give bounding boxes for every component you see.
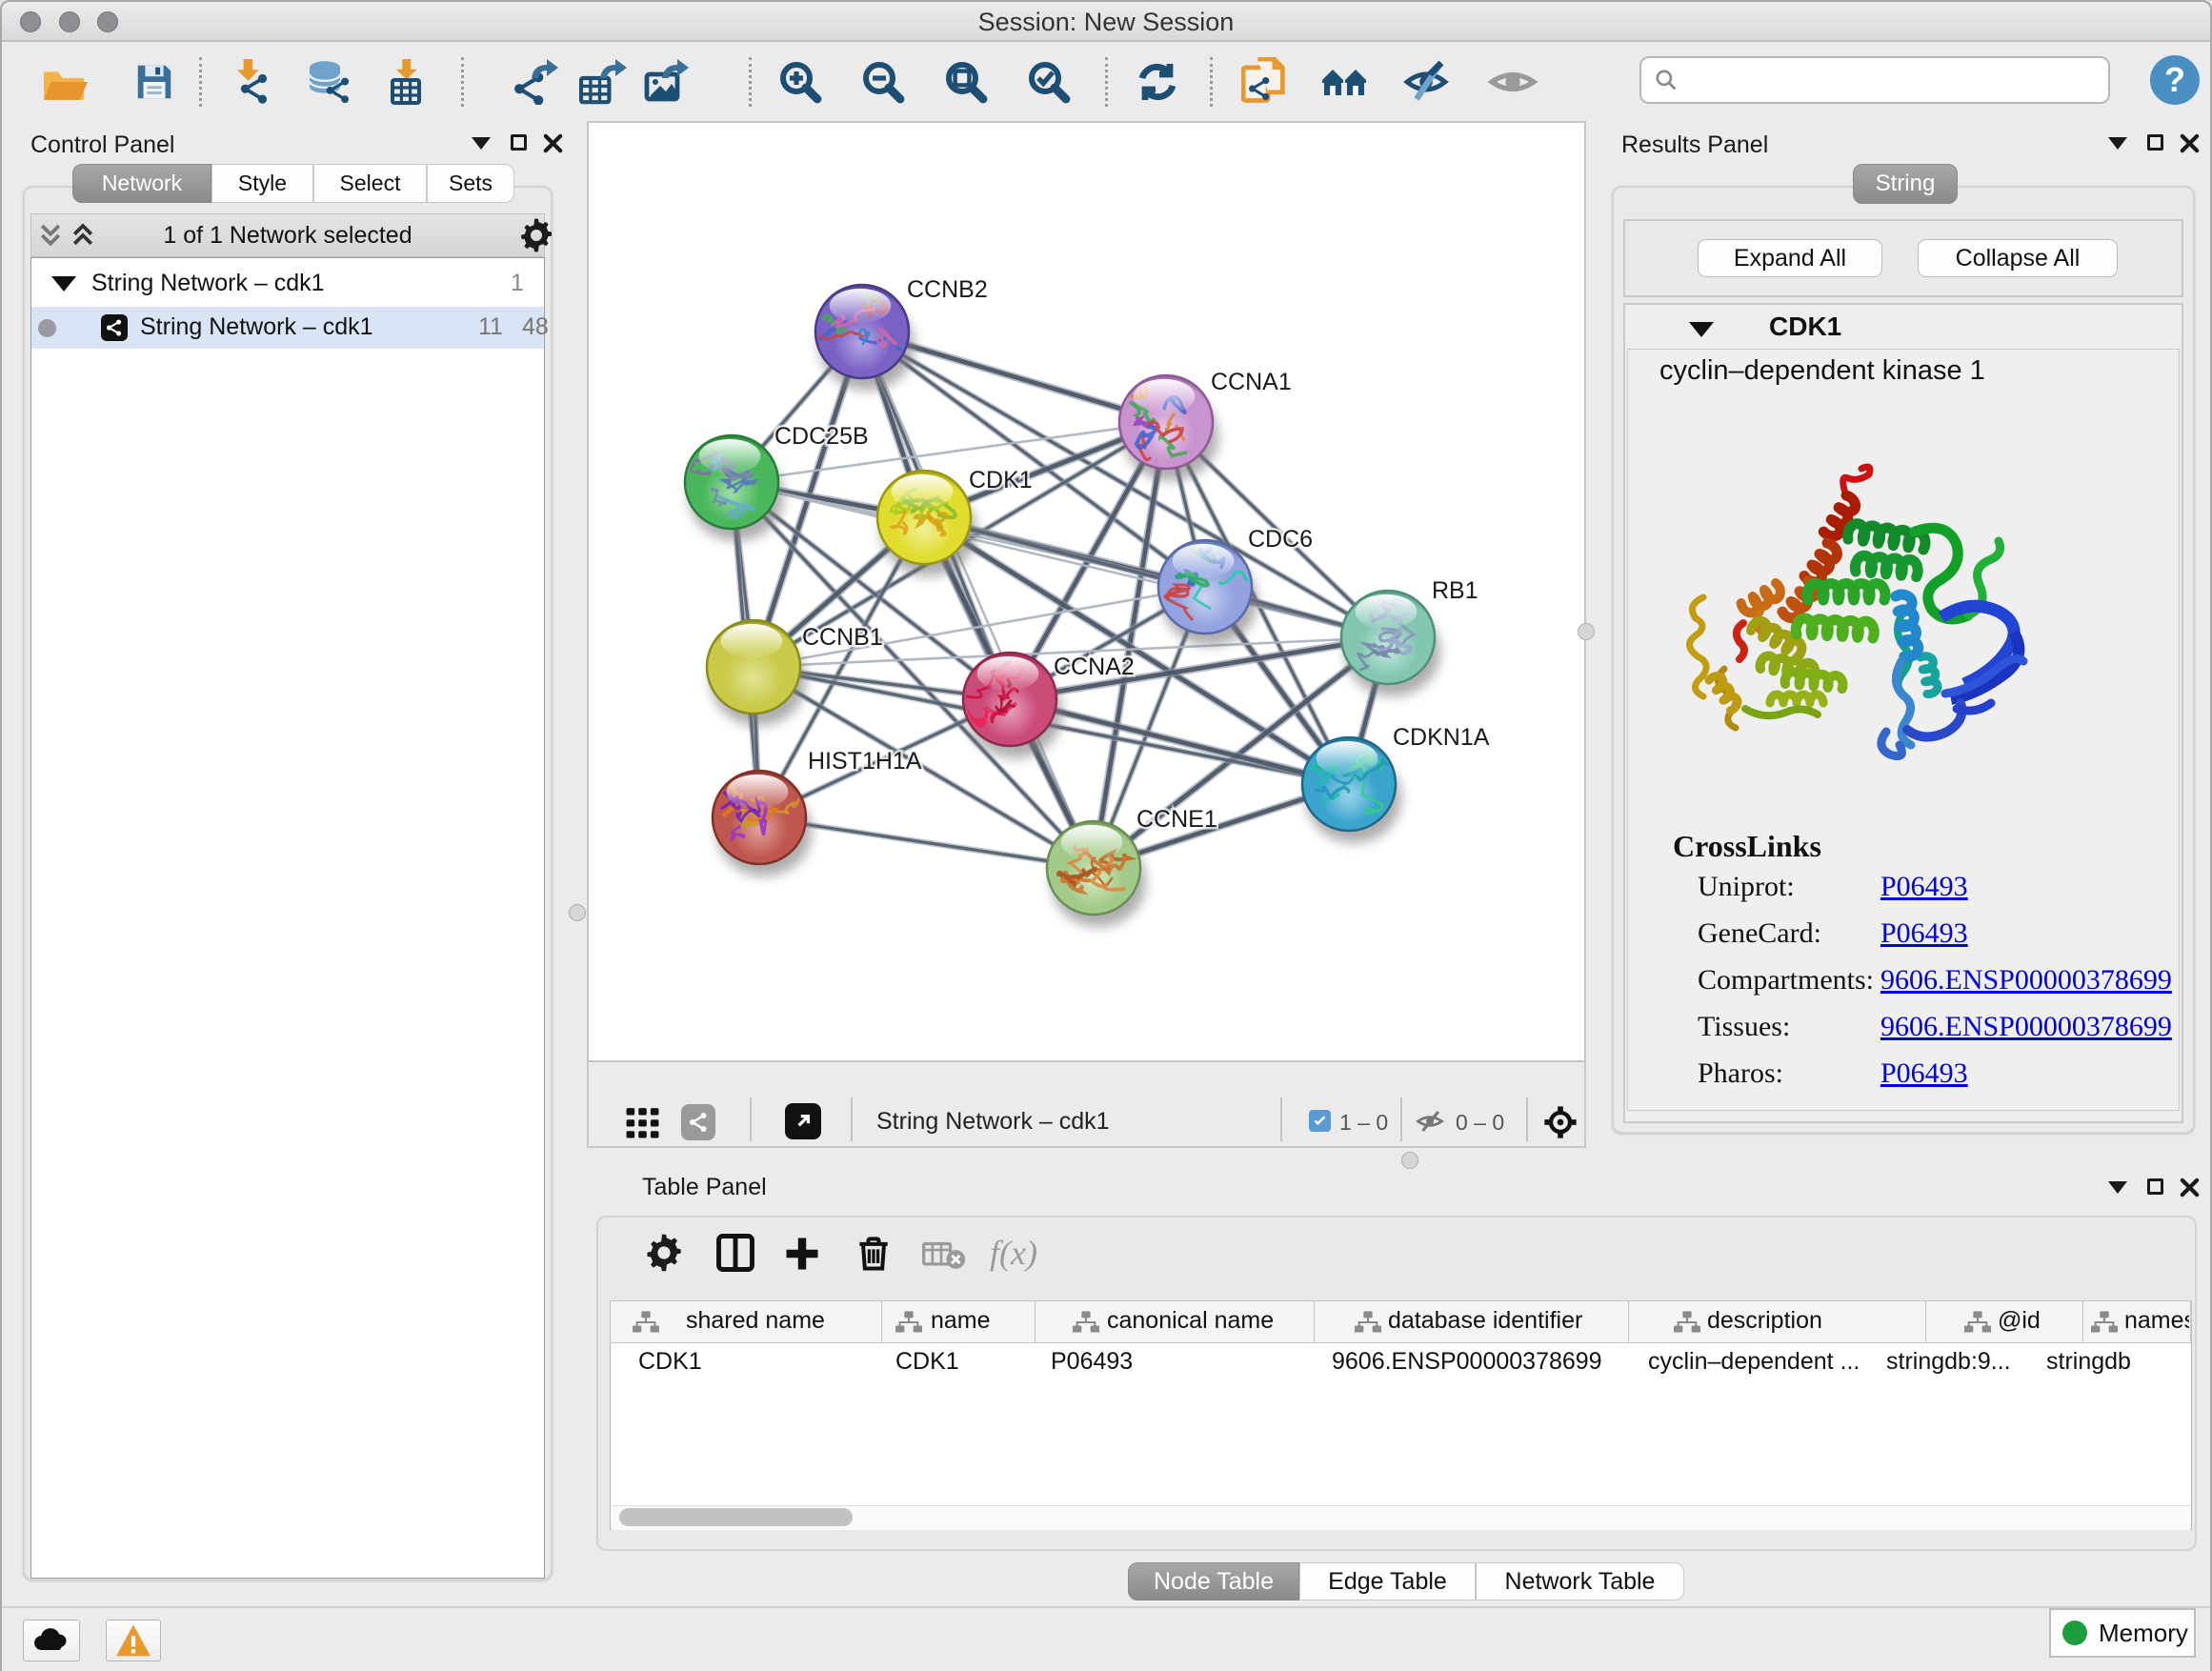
svg-text:CCNB1: CCNB1 xyxy=(802,624,883,651)
svg-text:CDC25B: CDC25B xyxy=(774,423,869,450)
svg-text:CDC6: CDC6 xyxy=(1248,526,1313,553)
svg-text:CCNB2: CCNB2 xyxy=(907,276,988,303)
svg-text:CCNA1: CCNA1 xyxy=(1211,369,1292,395)
svg-text:CDKN1A: CDKN1A xyxy=(1393,724,1490,751)
svg-text:HIST1H1A: HIST1H1A xyxy=(808,748,922,775)
svg-text:CCNE1: CCNE1 xyxy=(1136,806,1217,833)
svg-text:CDK1: CDK1 xyxy=(969,467,1033,493)
svg-text:CCNA2: CCNA2 xyxy=(1054,654,1135,680)
svg-text:RB1: RB1 xyxy=(1432,577,1478,604)
